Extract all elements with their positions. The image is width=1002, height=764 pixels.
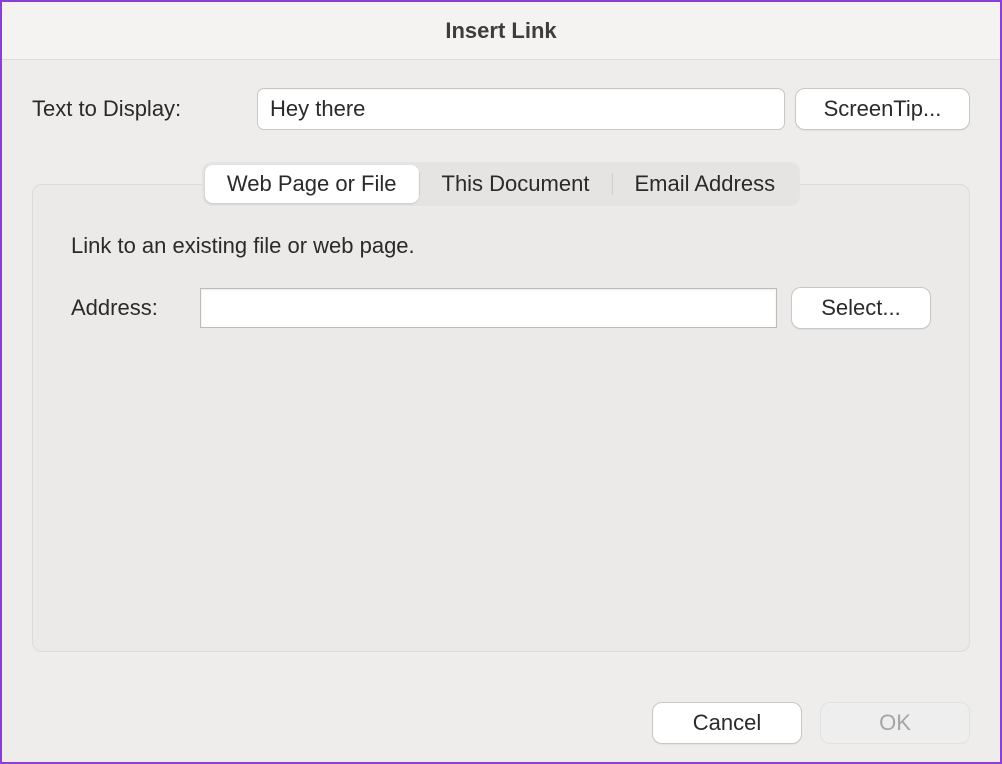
ok-button: OK	[820, 702, 970, 744]
text-to-display-row: Text to Display: ScreenTip...	[32, 88, 970, 130]
text-to-display-label: Text to Display:	[32, 96, 247, 122]
screentip-button[interactable]: ScreenTip...	[795, 88, 970, 130]
dialog-titlebar: Insert Link	[2, 2, 1000, 60]
select-button[interactable]: Select...	[791, 287, 931, 329]
dialog-footer: Cancel OK	[652, 702, 970, 744]
address-input[interactable]	[200, 288, 777, 328]
dialog-title: Insert Link	[445, 18, 556, 44]
address-label: Address:	[71, 295, 186, 321]
cancel-button[interactable]: Cancel	[652, 702, 802, 744]
link-panel: Link to an existing file or web page. Ad…	[32, 184, 970, 652]
tab-email-address[interactable]: Email Address	[612, 165, 797, 203]
link-panel-wrapper: Web Page or File This Document Email Add…	[32, 184, 970, 652]
tab-web-page-or-file[interactable]: Web Page or File	[205, 165, 419, 203]
tab-this-document[interactable]: This Document	[420, 165, 612, 203]
address-row: Address: Select...	[71, 287, 931, 329]
dialog-content: Text to Display: ScreenTip... Web Page o…	[2, 60, 1000, 652]
link-type-tabs: Web Page or File This Document Email Add…	[202, 162, 800, 206]
text-to-display-input[interactable]	[257, 88, 785, 130]
panel-description: Link to an existing file or web page.	[71, 233, 931, 259]
